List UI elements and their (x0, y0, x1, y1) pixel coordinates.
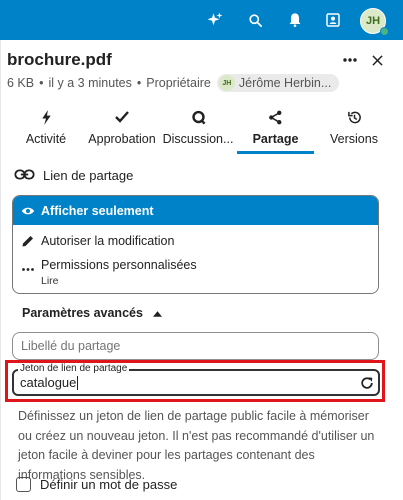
check-icon (115, 106, 129, 128)
caret-up-icon (152, 306, 162, 320)
share-label-input[interactable] (12, 332, 379, 360)
share-icon (268, 106, 283, 128)
text-cursor (77, 375, 79, 390)
tab-bar: Activité Approbation Discussion... Parta… (0, 104, 403, 154)
token-help-text: Définissez un jeton de lien de partage p… (18, 409, 375, 482)
owner-name: Jérôme Herbin... (238, 76, 332, 90)
tab-activity[interactable]: Activité (20, 104, 72, 154)
history-icon (347, 106, 362, 128)
tab-sharing[interactable]: Partage (237, 104, 314, 154)
search-icon[interactable] (245, 10, 265, 30)
eye-icon (21, 206, 35, 216)
owner-chip[interactable]: JH Jérôme Herbin... (216, 74, 340, 92)
option-view-only[interactable]: Afficher seulement (13, 196, 378, 225)
file-role: Propriétaire (146, 76, 211, 90)
contacts-icon[interactable] (323, 10, 343, 30)
permission-options: Afficher seulement Autoriser la modifica… (12, 195, 379, 294)
refresh-token-icon[interactable] (358, 374, 376, 392)
token-label: Jeton de lien de partage (18, 363, 130, 374)
close-icon[interactable] (367, 50, 387, 70)
more-actions-button[interactable] (340, 50, 360, 70)
bell-icon[interactable] (285, 10, 305, 30)
password-checkbox[interactable] (16, 477, 31, 492)
owner-avatar: JH (218, 75, 235, 91)
pencil-icon (21, 235, 35, 247)
file-modified: il y a 3 minutes (48, 76, 132, 90)
password-checkbox-row[interactable]: Définir un mot de passe (16, 477, 177, 492)
more-dots-icon (21, 268, 35, 271)
advanced-settings-toggle[interactable]: Paramètres avancés (22, 306, 162, 320)
file-size: 6 KB (7, 76, 35, 90)
file-meta: 6 KB • il y a 3 minutes • Propriétaire J… (7, 74, 340, 92)
sparkle-icon[interactable] (205, 10, 225, 30)
share-link-heading: Lien de partage (14, 168, 133, 183)
chat-icon (191, 106, 206, 128)
file-name: brochure.pdf (7, 50, 112, 69)
tab-versions[interactable]: Versions (324, 104, 384, 154)
tab-approval[interactable]: Approbation (85, 104, 159, 154)
link-icon (14, 168, 35, 183)
option-allow-edit[interactable]: Autoriser la modification (13, 227, 378, 255)
option-custom-permissions[interactable]: Permissions personnalisées Lire (13, 258, 378, 292)
status-indicator (380, 27, 389, 36)
tab-discussion[interactable]: Discussion... (160, 104, 236, 154)
bolt-icon (41, 106, 52, 128)
